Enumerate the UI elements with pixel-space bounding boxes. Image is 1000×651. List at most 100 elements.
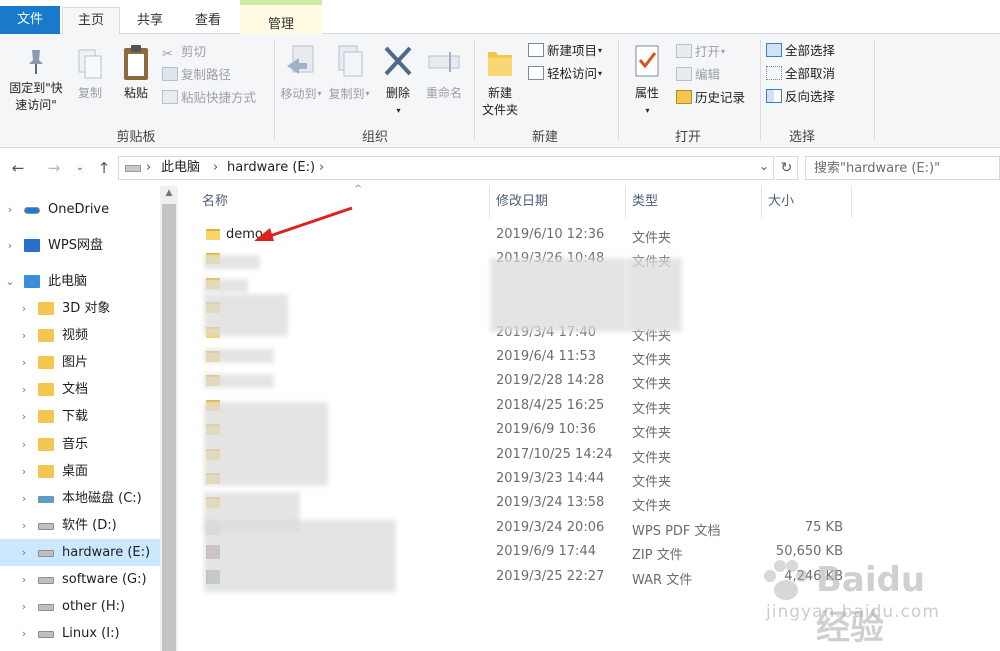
select-none-button[interactable]: 全部取消 (766, 63, 835, 85)
search-box[interactable] (805, 156, 1000, 180)
nav-item[interactable]: › 视频 (0, 322, 160, 349)
history-button[interactable]: 历史记录 (676, 87, 745, 109)
breadcrumb-this-pc[interactable]: 此电脑 (161, 159, 200, 177)
easy-access-button[interactable]: 轻松访问▾ (528, 63, 602, 85)
copy-button[interactable]: 复制 (72, 48, 108, 102)
copy-path-label: 复制路径 (181, 67, 232, 82)
expand-chevron-right-icon[interactable]: › (18, 295, 30, 322)
move-to-button[interactable]: 移动到▾ (278, 44, 324, 103)
rename-button[interactable]: 重命名 (420, 44, 468, 102)
pin-to-quick-access-button[interactable]: 固定到"快速访问" (4, 48, 68, 114)
properties-button[interactable]: 属性 ▾ (624, 44, 670, 120)
expand-chevron-right-icon[interactable]: › (18, 593, 30, 620)
copy-to-button[interactable]: 复制到▾ (326, 44, 372, 103)
nav-item[interactable]: › Linux (I:) (0, 620, 160, 647)
copy-path-button[interactable]: 复制路径 (162, 64, 231, 86)
breadcrumb-chevron-icon: › (319, 160, 325, 175)
nav-item[interactable]: › 下载 (0, 403, 160, 430)
nav-item[interactable]: › 文档 (0, 376, 160, 403)
expand-chevron-right-icon[interactable]: › (18, 539, 30, 566)
expand-chevron-right-icon[interactable]: › (18, 566, 30, 593)
new-item-button[interactable]: 新建项目▾ (528, 40, 602, 62)
delete-button[interactable]: 删除 ▾ (378, 44, 418, 120)
paste-label: 粘贴 (123, 86, 148, 100)
edit-button[interactable]: 编辑 (676, 64, 720, 86)
nav-item[interactable]: › hardware (E:) (0, 538, 160, 566)
copy-path-icon (162, 67, 178, 81)
search-input[interactable] (806, 157, 999, 179)
nav-item[interactable]: › software (G:) (0, 566, 160, 593)
file-date: 2019/3/24 20:06 (496, 519, 605, 535)
refresh-icon[interactable]: ↻ (776, 156, 798, 180)
expand-chevron-right-icon[interactable]: › (18, 376, 30, 403)
3d-objects-icon (38, 302, 54, 315)
file-row[interactable]: 2019/3/24 13:58 文件夹 (180, 492, 1000, 516)
column-header-size[interactable]: 大小 (762, 186, 852, 218)
back-arrow-icon[interactable]: ← (8, 157, 28, 179)
file-date: 2019/6/10 12:36 (496, 227, 605, 242)
nav-item[interactable]: › 本地磁盘 (C:) (0, 485, 160, 512)
nav-item[interactable]: ⌄ 此电脑 (0, 268, 160, 295)
nav-item[interactable]: › 3D 对象 (0, 295, 160, 322)
file-row[interactable]: 2019/2/28 14:28 文件夹 (180, 370, 1000, 394)
scissors-icon: ✂ (162, 47, 173, 62)
invert-selection-button[interactable]: 反向选择 (766, 86, 835, 108)
address-bar[interactable]: › 此电脑 › hardware (E:) › ⌄ (118, 156, 774, 180)
edit-label: 编辑 (695, 67, 721, 82)
tab-file[interactable]: 文件 (0, 6, 60, 34)
expand-chevron-right-icon[interactable]: › (18, 431, 30, 458)
nav-item-label: 本地磁盘 (C:) (62, 490, 142, 506)
nav-item-label: 此电脑 (48, 274, 88, 289)
open-button[interactable]: 打开▾ (676, 41, 725, 63)
recent-locations-chevron-icon[interactable]: ⌄ (70, 157, 90, 179)
expand-chevron-right-icon[interactable]: › (18, 458, 30, 485)
tab-share[interactable]: 共享 (126, 8, 174, 34)
navigation-pane-scrollbar[interactable]: ▲ (160, 186, 178, 651)
expand-chevron-right-icon[interactable]: › (18, 349, 30, 376)
expand-chevron-right-icon[interactable]: › (18, 403, 30, 430)
file-type: WAR 文件 (632, 572, 693, 588)
scrollbar-thumb[interactable] (162, 204, 176, 651)
forward-arrow-icon[interactable]: → (44, 157, 64, 179)
column-header-type[interactable]: 类型 (626, 186, 762, 218)
paste-shortcut-button[interactable]: 粘贴快捷方式 (162, 87, 256, 109)
open-label: 打开 (695, 44, 721, 59)
expand-chevron-right-icon[interactable]: › (18, 485, 30, 512)
group-divider (760, 40, 761, 140)
nav-item-label: 视频 (62, 328, 89, 344)
group-divider (874, 40, 875, 140)
nav-item-label: 下载 (62, 409, 89, 425)
expand-chevron-down-icon[interactable]: ⌄ (4, 268, 16, 295)
expand-chevron-right-icon[interactable]: › (18, 512, 30, 539)
expand-chevron-right-icon[interactable]: › (4, 232, 16, 259)
nav-item-label: hardware (E:) (62, 544, 151, 560)
nav-item[interactable]: › 音乐 (0, 431, 160, 458)
nav-item[interactable]: › other (H:) (0, 593, 160, 620)
paste-button[interactable]: 粘贴 (114, 44, 158, 102)
new-folder-button[interactable]: 新建 文件夹 (476, 44, 524, 119)
expand-chevron-right-icon[interactable]: › (18, 620, 30, 647)
nav-item[interactable]: › WPS网盘 (0, 232, 160, 259)
up-arrow-icon[interactable]: ↑ (94, 157, 114, 179)
tab-manage[interactable]: 管理 (240, 0, 322, 34)
address-dropdown-chevron-icon[interactable]: ⌄ (759, 159, 769, 173)
file-size: 4,246 KB (784, 568, 843, 584)
nav-item[interactable]: › 桌面 (0, 458, 160, 485)
expand-chevron-right-icon[interactable]: › (18, 322, 30, 349)
nav-item-label: other (H:) (62, 599, 126, 615)
cut-button[interactable]: ✂ 剪切 (162, 41, 206, 63)
file-row[interactable]: 2019/6/4 11:53 文件夹 (180, 346, 1000, 370)
new-item-label: 新建项目 (547, 43, 598, 58)
tab-home[interactable]: 主页 (62, 7, 120, 35)
pin-icon (29, 50, 43, 74)
breadcrumb-drive[interactable]: hardware (E:) (227, 159, 315, 177)
nav-item[interactable]: › 软件 (D:) (0, 512, 160, 539)
tab-view[interactable]: 查看 (182, 8, 234, 34)
scroll-up-arrow-icon[interactable]: ▲ (160, 188, 178, 198)
expand-chevron-right-icon[interactable]: › (4, 196, 16, 223)
column-header-date[interactable]: 修改日期 (490, 186, 626, 218)
nav-item[interactable]: › OneDrive (0, 196, 160, 223)
group-divider (274, 40, 275, 140)
nav-item[interactable]: › 图片 (0, 349, 160, 376)
select-all-button[interactable]: 全部选择 (766, 40, 835, 62)
